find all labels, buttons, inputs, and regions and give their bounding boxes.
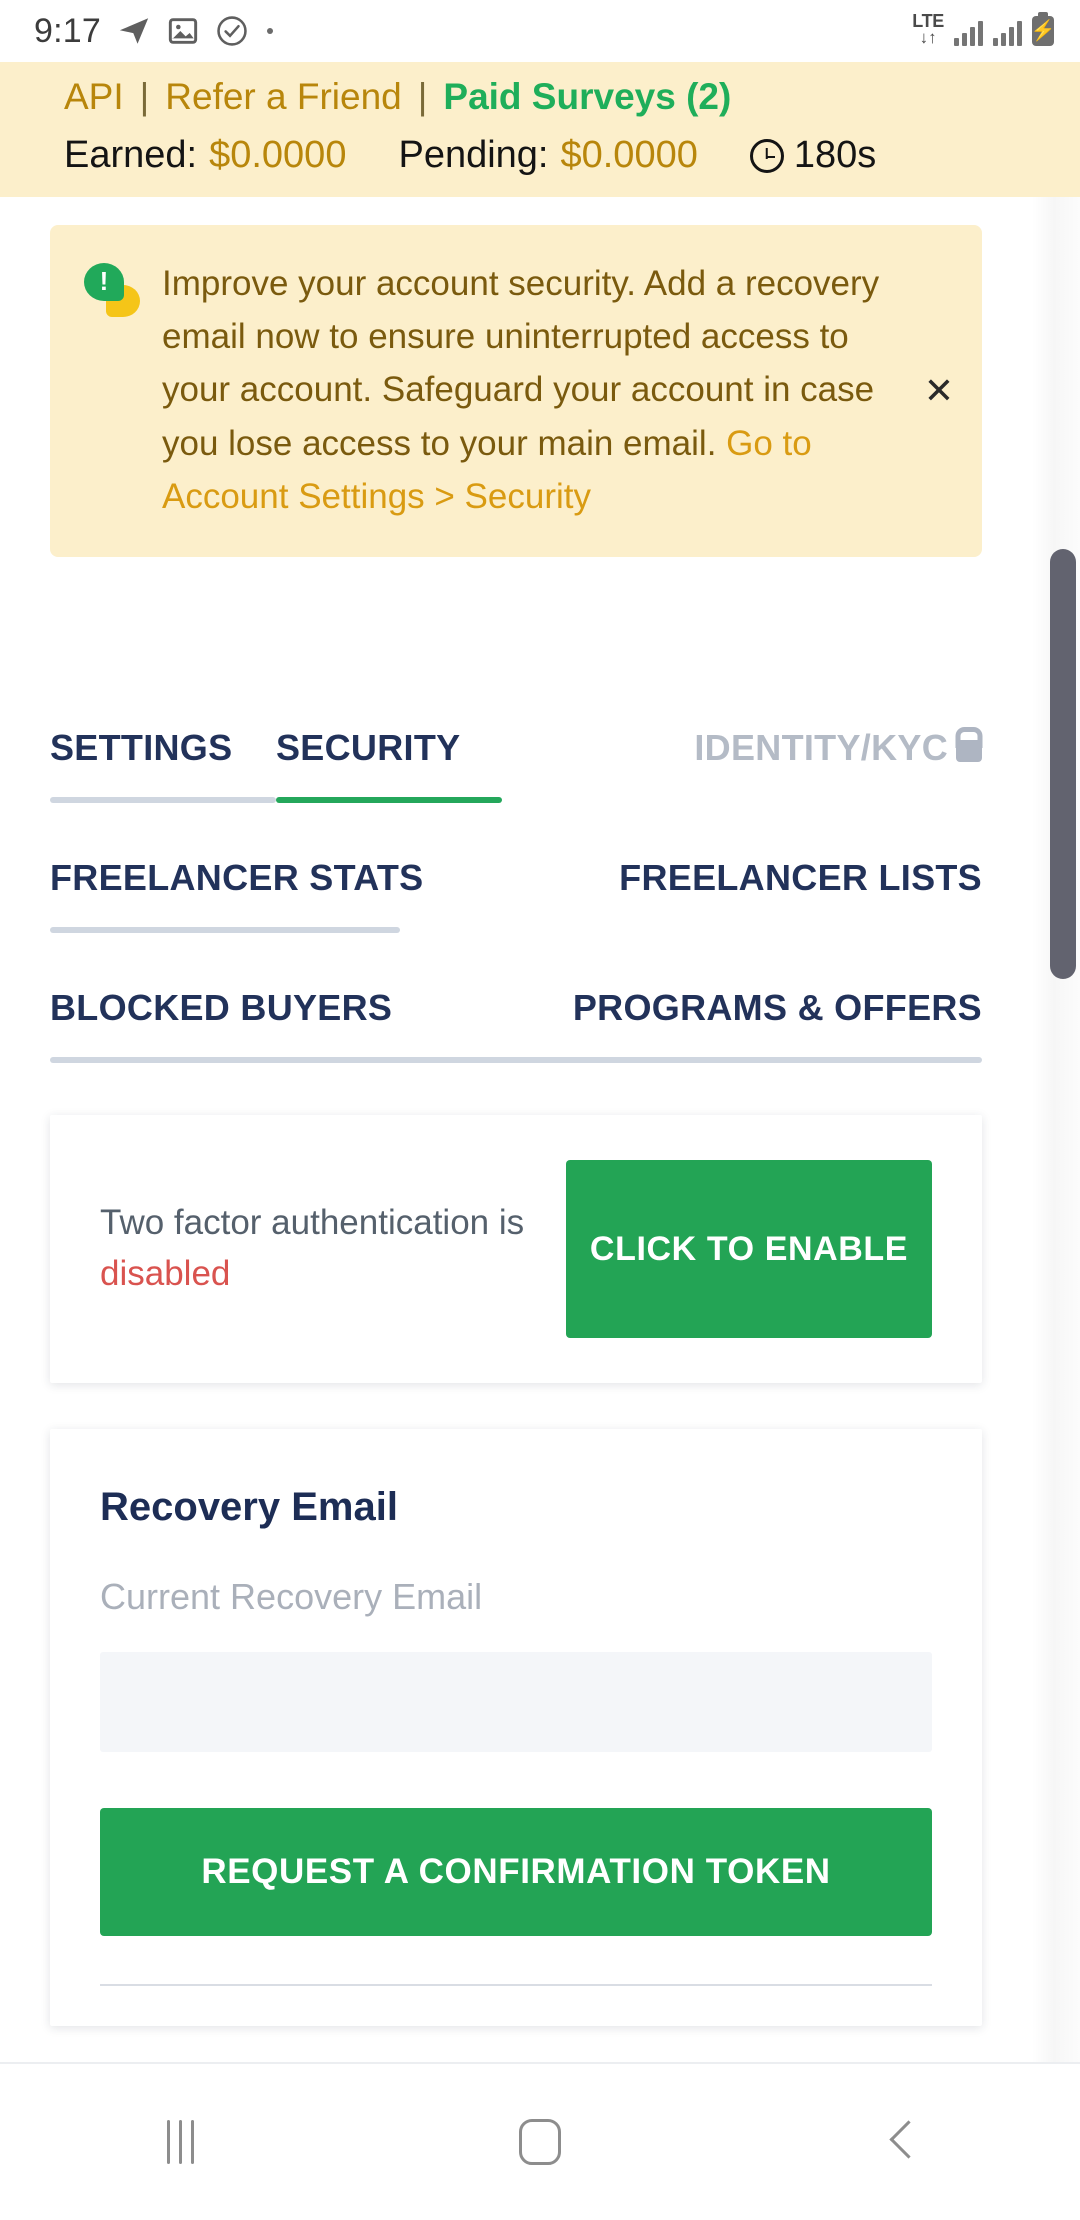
tab-settings-underline [50, 796, 276, 803]
tab-row-1: SETTINGS SECURITY IDENTITY/KYC [50, 727, 982, 821]
back-chevron-icon [887, 2120, 913, 2164]
tab-blocked-buyers[interactable]: BLOCKED BUYERS [50, 987, 392, 1029]
security-alert-banner: ! Improve your account security. Add a r… [50, 225, 982, 557]
clock-icon [749, 138, 784, 173]
current-recovery-email-label: Current Recovery Email [100, 1575, 483, 1617]
tab-settings[interactable]: SETTINGS [50, 727, 276, 821]
tab-programs-offers-label: PROGRAMS & OFFERS [572, 986, 982, 1028]
bubble-green-icon: ! [84, 263, 124, 301]
tab-security-label: SECURITY [276, 726, 461, 768]
recovery-email-title: Recovery Email [100, 1484, 398, 1529]
tabs-section: SETTINGS SECURITY IDENTITY/KYC FREELANCE… [0, 727, 1032, 1063]
signal-bars-icon-sim1 [954, 20, 983, 46]
tab-security[interactable]: SECURITY [276, 727, 502, 821]
timer-value: 180s [793, 134, 877, 176]
tab-security-underline [276, 796, 502, 803]
request-confirmation-token-button[interactable]: REQUEST A CONFIRMATION TOKEN [100, 1807, 932, 1936]
home-icon [519, 2119, 561, 2165]
tab-freelancer-stats[interactable]: FREELANCER STATS [50, 856, 424, 951]
pending-label: Pending: [398, 134, 549, 176]
signal-bars-icon-sim2 [993, 20, 1022, 46]
status-bar-left: 9:17 [34, 12, 275, 51]
page-right-edge-shadow [1032, 197, 1080, 2097]
data-arrows-icon: ↓↑ [919, 28, 937, 47]
status-bar-clock: 9:17 [34, 11, 101, 50]
home-button[interactable] [360, 2064, 720, 2220]
refer-a-friend-link[interactable]: Refer a Friend [165, 76, 402, 118]
check-circle-icon [217, 16, 247, 46]
tab-row-3-labels: BLOCKED BUYERS PROGRAMS & OFFERS [50, 987, 982, 1029]
tab-freelancer-lists[interactable]: FREELANCER LISTS [619, 857, 982, 951]
tab-programs-offers[interactable]: PROGRAMS & OFFERS [573, 987, 982, 1029]
page-body: ! Improve your account security. Add a r… [0, 197, 1080, 2097]
top-bar-stats: Earned: $0.0000 Pending: $0.0000 180s [0, 134, 1080, 177]
api-link[interactable]: API [64, 76, 124, 118]
alert-message: Improve your account security. Add a rec… [140, 257, 956, 523]
two-factor-description: Two factor authentication is [100, 1203, 525, 1243]
top-utility-bar: API | Refer a Friend | Paid Surveys (2) … [0, 62, 1080, 197]
paid-surveys-link[interactable]: Paid Surveys (2) [443, 76, 731, 118]
tab-row-3: BLOCKED BUYERS PROGRAMS & OFFERS [50, 987, 982, 1063]
current-recovery-email-input[interactable] [100, 1651, 932, 1752]
android-nav-bar [0, 2062, 1080, 2220]
tab-freelancer-lists-label: FREELANCER LISTS [619, 856, 982, 898]
card-bottom-divider [100, 1983, 932, 1986]
earned-label: Earned: [64, 134, 198, 176]
tab-row-3-group: BLOCKED BUYERS PROGRAMS & OFFERS [50, 987, 982, 1063]
pending-value: $0.0000 [560, 134, 698, 176]
tab-settings-label: SETTINGS [50, 726, 233, 768]
scrollbar-thumb[interactable] [1050, 549, 1076, 979]
recents-icon [166, 2120, 194, 2164]
two-factor-status-text: Two factor authentication is disabled [100, 1198, 524, 1300]
tabs-bottom-divider [50, 1056, 982, 1063]
tab-identity-kyc-underline [502, 797, 982, 803]
session-timer: 180s [749, 134, 877, 177]
lock-icon [956, 740, 982, 763]
telegram-icon [119, 18, 149, 44]
back-button[interactable] [720, 2064, 1080, 2220]
tab-blocked-buyers-label: BLOCKED BUYERS [50, 986, 393, 1028]
tab-freelancer-stats-underline [50, 926, 400, 933]
tab-identity-kyc[interactable]: IDENTITY/KYC [502, 727, 982, 821]
status-bar-right: LTE ↓↑ ⚡ [912, 12, 1055, 50]
tab-identity-kyc-label: IDENTITY/KYC [694, 727, 982, 769]
top-bar-links: API | Refer a Friend | Paid Surveys (2) [0, 76, 1080, 118]
earned-value: $0.0000 [209, 134, 347, 176]
enable-two-factor-button[interactable]: CLICK TO ENABLE [566, 1159, 932, 1338]
status-bar: 9:17 LTE ↓↑ ⚡ [0, 0, 1080, 62]
speech-bubbles-alert-icon: ! [84, 263, 140, 321]
exclamation-glyph: ! [99, 266, 109, 296]
recovery-email-card: Recovery Email Current Recovery Email RE… [50, 1428, 982, 2026]
recents-button[interactable] [0, 2064, 360, 2220]
tab-freelancer-stats-label: FREELANCER STATS [50, 856, 424, 898]
gallery-icon [168, 18, 198, 44]
battery-charging-icon: ⚡ [1031, 12, 1055, 46]
two-factor-state: disabled [100, 1253, 231, 1293]
close-icon[interactable]: ✕ [924, 372, 954, 409]
scrollbar-track [1050, 197, 1076, 2097]
tab-row-2: FREELANCER STATS FREELANCER LISTS [50, 857, 982, 951]
lte-indicator: LTE ↓↑ [912, 12, 944, 46]
dot-icon [266, 28, 273, 34]
link-separator-2: | [417, 76, 428, 117]
tab-identity-kyc-text: IDENTITY/KYC [694, 726, 948, 768]
link-separator-1: | [139, 76, 150, 117]
content-column: ! Improve your account security. Add a r… [0, 225, 1032, 2026]
two-factor-card: Two factor authentication is disabled CL… [50, 1114, 982, 1383]
